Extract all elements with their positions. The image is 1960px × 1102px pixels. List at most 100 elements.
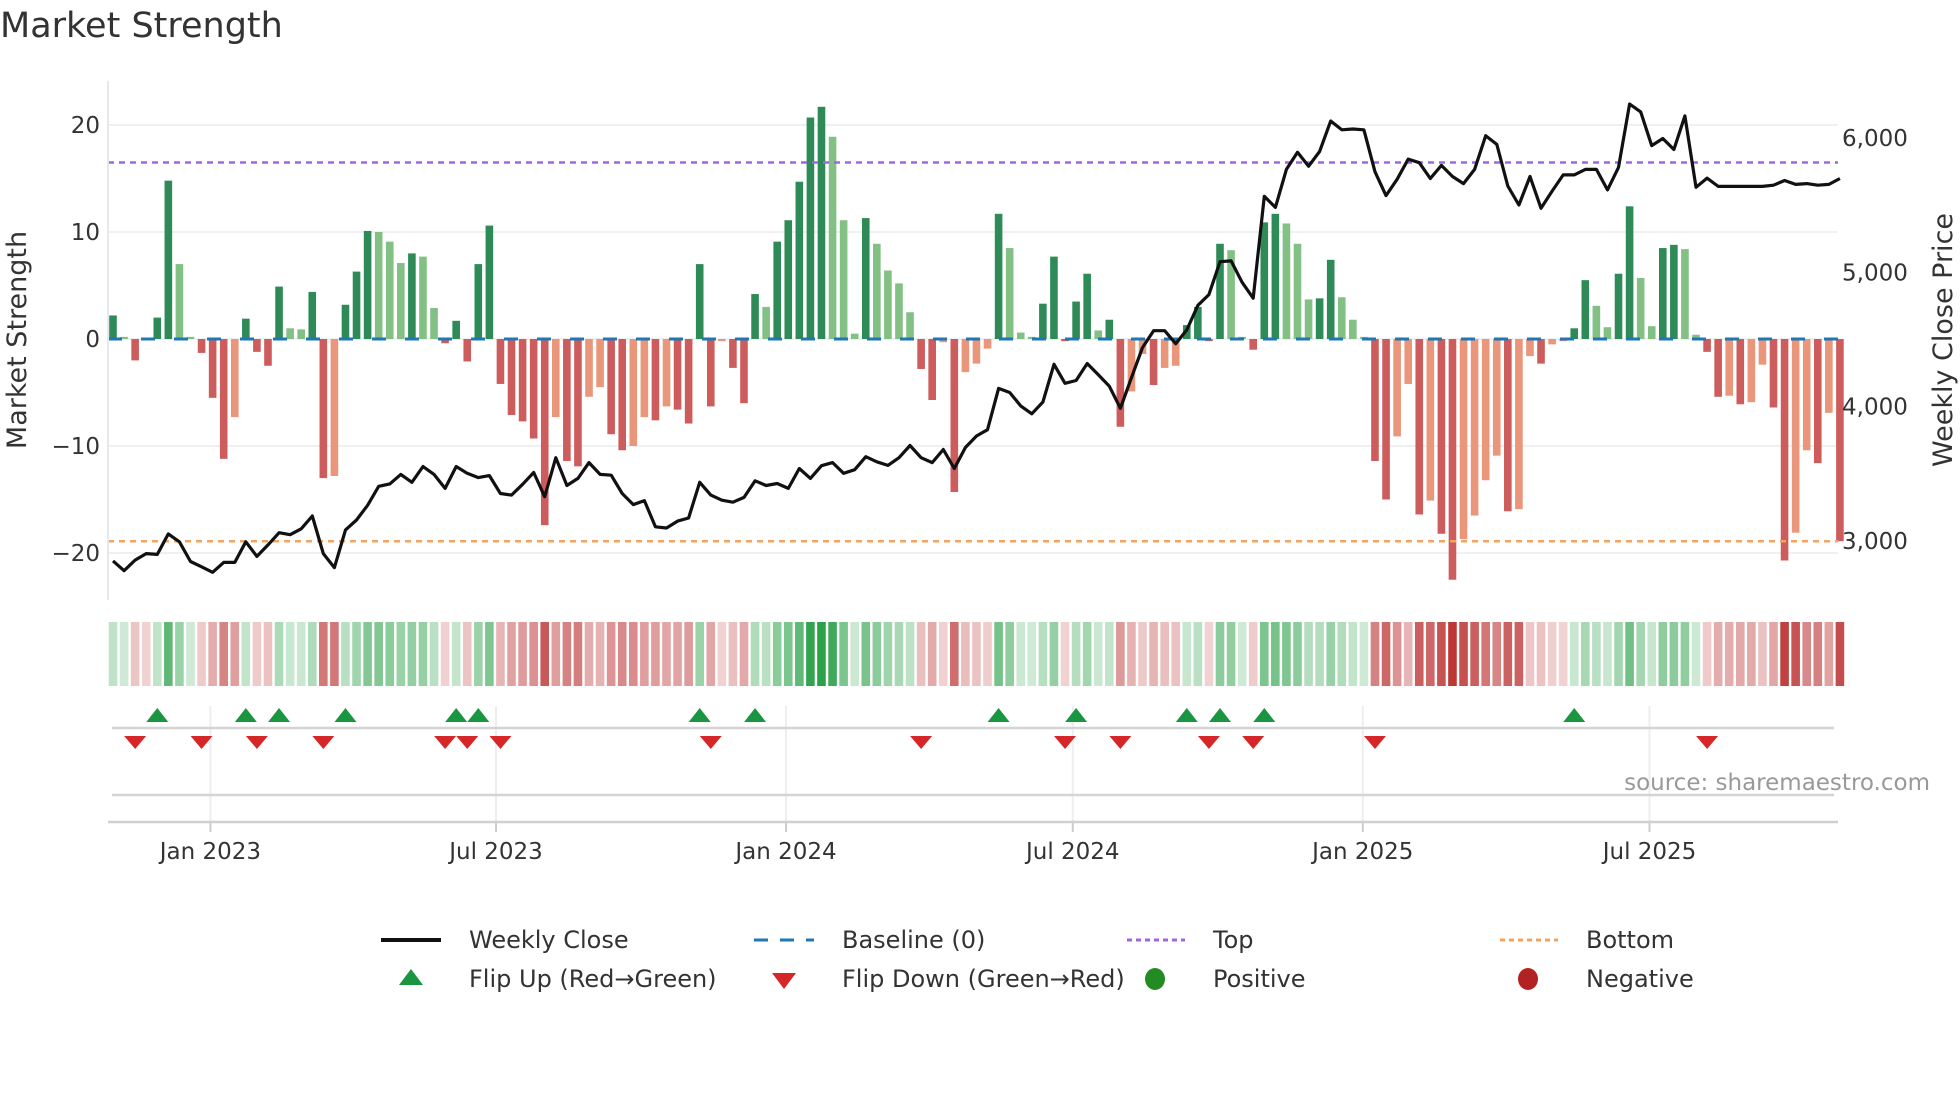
heatmap-cell [507, 622, 516, 686]
heatmap-cell [1558, 622, 1568, 686]
heatmap-cell [1581, 622, 1590, 686]
y-tick-label: −20 [51, 541, 100, 567]
strength-bar [983, 339, 992, 349]
heatmap-cell [396, 622, 406, 686]
flip-up-marker [268, 708, 291, 722]
strength-bar [1039, 303, 1047, 339]
heatmap-cell [772, 622, 782, 686]
heatmap-cell [628, 622, 638, 686]
heatmap-cell [540, 622, 550, 686]
strength-bar [485, 225, 494, 339]
heatmap-cell [529, 622, 538, 686]
strength-bar [618, 339, 627, 451]
heatmap-cell [905, 622, 915, 686]
strength-bar [1382, 339, 1390, 500]
heatmap-cell [1016, 622, 1026, 686]
heatmap-cell [1005, 622, 1014, 686]
heatmap-cell [1680, 622, 1690, 686]
strength-bar [1791, 339, 1800, 533]
heatmap-cell [164, 622, 173, 686]
heatmap-cell [684, 622, 693, 686]
strength-bar [1083, 273, 1091, 339]
heatmap-cell [817, 622, 826, 686]
heatmap-cell [739, 622, 749, 686]
heatmap-cell [662, 622, 671, 686]
strength-bar [1005, 248, 1014, 339]
strength-bar [1747, 339, 1756, 403]
strength-bar [496, 339, 505, 384]
flip-up-marker [1175, 708, 1198, 722]
y-tick-label: 10 [71, 220, 100, 246]
y2-tick-label: 5,000 [1842, 260, 1908, 286]
heatmap-cell [950, 622, 959, 686]
heatmap-cell [1392, 622, 1402, 686]
heatmap-cell [1171, 622, 1181, 686]
heatmap-cell [1326, 622, 1335, 686]
heatmap-cell [296, 622, 306, 686]
strength-bar [574, 339, 582, 467]
heatmap-cell [319, 622, 328, 686]
flip-down-marker [910, 736, 933, 749]
heatmap-cell [938, 622, 948, 686]
heatmap-cell [894, 622, 904, 686]
heatmap-cell [872, 622, 882, 686]
heatmap-cell [1215, 622, 1225, 686]
strength-bar [1470, 339, 1479, 516]
heatmap-cell [1116, 622, 1125, 686]
strength-bar [1437, 339, 1446, 534]
strength-bar [1105, 319, 1114, 339]
strength-bar [1271, 213, 1280, 339]
heatmap-cell [518, 622, 527, 686]
strength-bar [1216, 243, 1224, 339]
heatmap-cell [1248, 622, 1258, 686]
heatmap-cell [252, 622, 262, 686]
x-tick-label: Jan 2024 [733, 839, 836, 865]
heatmap-cell [307, 622, 317, 686]
y2-tick-label: 6,000 [1842, 126, 1908, 152]
heatmap-cell [1636, 622, 1645, 686]
heatmap-cell [130, 622, 140, 686]
strength-bar [1670, 244, 1678, 339]
strength-bar [1116, 339, 1125, 427]
heatmap-cell [1592, 622, 1601, 686]
heatmap-cell [927, 622, 937, 686]
flip-down-marker [312, 736, 335, 749]
heatmap-cell [429, 622, 439, 686]
strength-bar [839, 220, 848, 339]
heatmap-cell [1758, 622, 1767, 686]
heatmap-cell [374, 622, 383, 686]
heatmap-cell [750, 622, 760, 686]
strength-bar [1780, 339, 1789, 561]
flip-up-marker [146, 708, 169, 722]
strength-bar [1371, 339, 1379, 461]
strength-bar [629, 339, 638, 446]
heatmap-cell [1669, 622, 1679, 686]
heatmap-cell [1093, 622, 1103, 686]
heatmap-cell [1780, 622, 1789, 686]
strength-bar [219, 339, 228, 459]
heatmap-cell [1514, 622, 1524, 686]
heatmap-cell [1082, 622, 1092, 686]
strength-bar [286, 328, 294, 339]
strength-bar [1614, 273, 1623, 339]
heatmap-cell [1724, 622, 1734, 686]
heatmap-cell [263, 622, 273, 686]
heatmap-cell [595, 622, 605, 686]
strength-heatmap-strip [108, 622, 1845, 686]
strength-bar [197, 339, 206, 353]
heatmap-cell [983, 622, 992, 686]
strength-bar [330, 339, 339, 476]
heatmap-cell [617, 622, 627, 686]
heatmap-cell [1348, 622, 1358, 686]
heatmap-cell [451, 622, 461, 686]
heatmap-cell [783, 622, 793, 686]
heatmap-cell [219, 622, 228, 686]
strength-bar [1836, 339, 1844, 542]
x-tick-label: Jul 2025 [1601, 839, 1697, 865]
y-tick-label: 0 [85, 327, 100, 353]
heatmap-cell [1226, 622, 1236, 686]
strength-bar [552, 339, 560, 418]
strength-bar [1426, 339, 1435, 501]
strength-bar [109, 315, 117, 339]
heatmap-cell [695, 622, 705, 686]
